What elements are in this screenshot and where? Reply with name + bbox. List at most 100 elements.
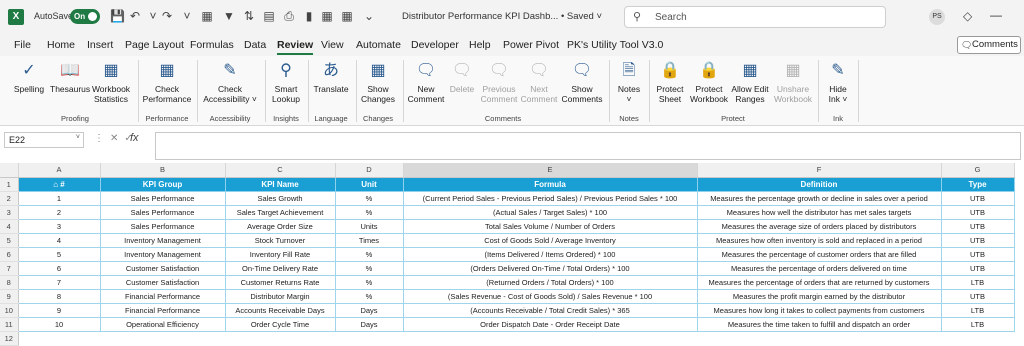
table-cell[interactable]: 1 bbox=[17, 190, 101, 206]
table-cell[interactable]: Inventory Fill Rate bbox=[224, 246, 336, 262]
form-icon[interactable]: ▤ bbox=[262, 9, 276, 23]
autosave-toggle[interactable]: On bbox=[70, 9, 100, 24]
table-cell[interactable]: % bbox=[334, 288, 404, 304]
tab-file[interactable]: File bbox=[14, 39, 31, 51]
table-cell[interactable]: Financial Performance bbox=[99, 288, 226, 304]
table-cell[interactable]: (Current Period Sales - Previous Period … bbox=[402, 190, 698, 206]
table-cell[interactable]: Accounts Receivable Days bbox=[224, 302, 336, 318]
save-icon[interactable]: 💾 bbox=[110, 9, 125, 23]
notes-button[interactable]: 🗎 Notes ˅ bbox=[612, 60, 646, 104]
row-header[interactable]: 11 bbox=[0, 317, 19, 332]
empty-cell[interactable] bbox=[225, 331, 335, 345]
table-cell[interactable]: % bbox=[334, 274, 404, 290]
thesaurus-button[interactable]: 📖 Thesaurus bbox=[50, 60, 90, 94]
header-cell[interactable]: Formula bbox=[402, 176, 698, 192]
empty-cell[interactable] bbox=[335, 331, 403, 345]
table-cell[interactable]: LTB bbox=[940, 316, 1015, 332]
redo-dropdown-icon[interactable]: ˅ bbox=[180, 9, 194, 23]
table-cell[interactable]: Customer Satisfaction bbox=[99, 260, 226, 276]
table-cell[interactable]: UTB bbox=[940, 288, 1015, 304]
header-cell[interactable]: KPI Name bbox=[224, 176, 336, 192]
grid-icon[interactable]: ▦ bbox=[200, 9, 214, 23]
empty-cell[interactable] bbox=[18, 331, 100, 345]
undo-icon[interactable]: ↶ bbox=[128, 9, 142, 23]
row-header[interactable]: 7 bbox=[0, 261, 19, 276]
insert-function-button[interactable]: fx bbox=[130, 132, 139, 144]
table-cell[interactable]: Units bbox=[334, 218, 404, 234]
row-header[interactable]: 2 bbox=[0, 191, 19, 206]
tab-formulas[interactable]: Formulas bbox=[190, 39, 234, 51]
column-header[interactable]: B bbox=[100, 163, 226, 178]
table-cell[interactable]: Measures how often inventory is sold and… bbox=[696, 232, 942, 248]
row-header[interactable]: 6 bbox=[0, 247, 19, 262]
home-icon[interactable]: ⌂ # bbox=[17, 176, 101, 192]
select-all-corner[interactable] bbox=[0, 163, 19, 178]
search-input[interactable]: ⚲ Search bbox=[624, 6, 886, 28]
allow-edit-ranges-button[interactable]: ▦ Allow Edit Ranges bbox=[730, 60, 770, 104]
table-cell[interactable]: Measures the percentage of customer orde… bbox=[696, 246, 942, 262]
row-header[interactable]: 10 bbox=[0, 303, 19, 318]
table-cell[interactable]: % bbox=[334, 246, 404, 262]
worksheet-grid[interactable]: A B C D E F G 1 ⌂ # KPI Group KPI Name U… bbox=[0, 163, 1024, 346]
empty-cell[interactable] bbox=[697, 331, 941, 345]
table-cell[interactable]: UTB bbox=[940, 232, 1015, 248]
table-cell[interactable]: Operational Efficiency bbox=[99, 316, 226, 332]
tab-home[interactable]: Home bbox=[47, 39, 75, 51]
table-cell[interactable]: 10 bbox=[17, 316, 101, 332]
hide-ink-button[interactable]: ✎ Hide Ink ˅ bbox=[822, 60, 854, 104]
row-header[interactable]: 4 bbox=[0, 219, 19, 234]
header-cell[interactable]: Unit bbox=[334, 176, 404, 192]
table-cell[interactable]: (Actual Sales / Target Sales) * 100 bbox=[402, 204, 698, 220]
tab-insert[interactable]: Insert bbox=[87, 39, 113, 51]
tab-review[interactable]: Review bbox=[277, 39, 314, 55]
table-cell[interactable]: Measures the percentage growth or declin… bbox=[696, 190, 942, 206]
table-cell[interactable]: (Sales Revenue - Cost of Goods Sold) / S… bbox=[402, 288, 698, 304]
row-header[interactable]: 5 bbox=[0, 233, 19, 248]
table-cell[interactable]: UTB bbox=[940, 260, 1015, 276]
header-cell[interactable]: KPI Group bbox=[99, 176, 226, 192]
table-cell[interactable]: Days bbox=[334, 316, 404, 332]
table-cell[interactable]: Order Cycle Time bbox=[224, 316, 336, 332]
tab-power-pivot[interactable]: Power Pivot bbox=[503, 39, 559, 51]
table-cell[interactable]: Days bbox=[334, 302, 404, 318]
redo-icon[interactable]: ↷ bbox=[160, 9, 174, 23]
new-comment-button[interactable]: 🗨 New Comment bbox=[406, 60, 446, 104]
table-cell[interactable]: 7 bbox=[17, 274, 101, 290]
table-cell[interactable]: Stock Turnover bbox=[224, 232, 336, 248]
table-cell[interactable]: Customer Satisfaction bbox=[99, 274, 226, 290]
table-cell[interactable]: Total Sales Volume / Number of Orders bbox=[402, 218, 698, 234]
protect-workbook-button[interactable]: 🔒 Protect Workbook bbox=[688, 60, 730, 104]
table-cell[interactable]: % bbox=[334, 190, 404, 206]
column-header[interactable]: E bbox=[403, 163, 698, 178]
header-cell[interactable]: Definition bbox=[696, 176, 942, 192]
table-cell[interactable]: Measures how well the distributor has me… bbox=[696, 204, 942, 220]
translate-button[interactable]: あ Translate bbox=[311, 60, 351, 94]
chart-icon[interactable]: ▮ bbox=[302, 9, 316, 23]
show-comments-button[interactable]: 🗨 Show Comments bbox=[560, 60, 604, 104]
table-cell[interactable]: Sales Performance bbox=[99, 204, 226, 220]
column-header[interactable]: D bbox=[335, 163, 404, 178]
workbook-statistics-button[interactable]: ▦ Workbook Statistics bbox=[90, 60, 132, 104]
next-comment-button[interactable]: 🗨 Next Comment bbox=[520, 60, 558, 104]
table-cell[interactable]: 5 bbox=[17, 246, 101, 262]
table-cell[interactable]: Measures the percentage of orders that a… bbox=[696, 274, 942, 290]
table-cell[interactable]: UTB bbox=[940, 218, 1015, 234]
table-cell[interactable]: Measures the percentage of orders delive… bbox=[696, 260, 942, 276]
tab-automate[interactable]: Automate bbox=[356, 39, 401, 51]
table-icon[interactable]: ▦ bbox=[340, 9, 354, 23]
table-cell[interactable]: Sales Performance bbox=[99, 190, 226, 206]
table-cell[interactable]: (Orders Delivered On-Time / Total Orders… bbox=[402, 260, 698, 276]
table-cell[interactable]: Cost of Goods Sold / Average Inventory bbox=[402, 232, 698, 248]
comments-button[interactable]: 🗨 Comments bbox=[957, 36, 1021, 54]
tab-pk-utility-tool[interactable]: PK's Utility Tool V3.0 bbox=[567, 39, 663, 51]
table-cell[interactable]: Times bbox=[334, 232, 404, 248]
table-cell[interactable]: Average Order Size bbox=[224, 218, 336, 234]
empty-cell[interactable] bbox=[941, 331, 1014, 345]
previous-comment-button[interactable]: 🗨 Previous Comment bbox=[478, 60, 520, 104]
check-performance-button[interactable]: ▦ Check Performance bbox=[141, 60, 193, 104]
row-header[interactable]: 12 bbox=[0, 331, 19, 346]
customize-qat-icon[interactable]: ⌄ bbox=[362, 9, 376, 23]
table-cell[interactable]: (Returned Orders / Total Orders) * 100 bbox=[402, 274, 698, 290]
column-header[interactable]: G bbox=[941, 163, 1015, 178]
table-cell[interactable]: (Items Delivered / Items Ordered) * 100 bbox=[402, 246, 698, 262]
